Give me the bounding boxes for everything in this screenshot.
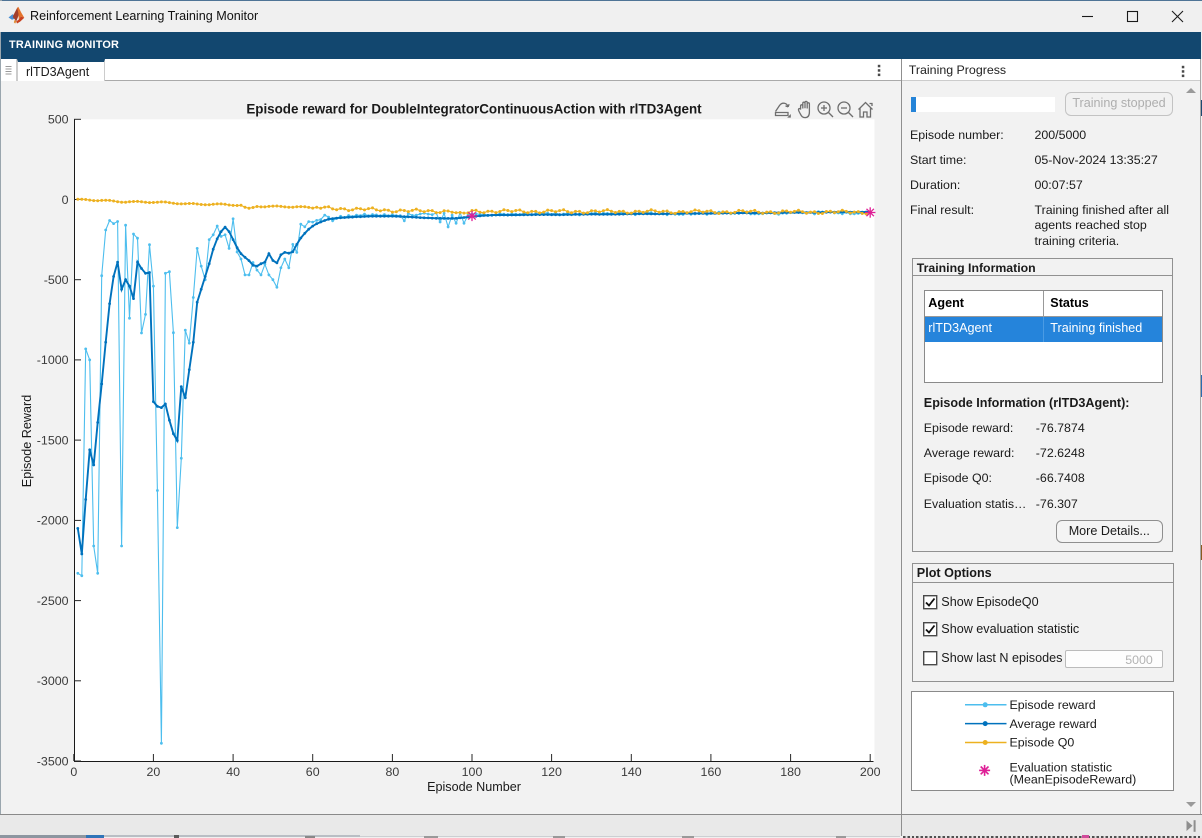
svg-text:Episode Q0: Episode Q0	[1010, 735, 1075, 749]
svg-text:200: 200	[860, 765, 881, 779]
svg-text:-1000: -1000	[37, 353, 69, 367]
svg-text:80: 80	[386, 765, 400, 779]
svg-text:-1500: -1500	[37, 433, 69, 447]
svg-text:Episode reward for DoubleInteg: Episode reward for DoubleIntegratorConti…	[246, 102, 702, 117]
svg-text:-3000: -3000	[37, 674, 69, 688]
svg-text:Average reward: Average reward	[1010, 716, 1097, 730]
svg-text:140: 140	[621, 765, 642, 779]
svg-text:-2000: -2000	[37, 514, 69, 528]
svg-text:Episode Number: Episode Number	[427, 780, 521, 794]
svg-text:20: 20	[147, 765, 161, 779]
svg-text:500: 500	[48, 113, 69, 127]
svg-text:40: 40	[226, 765, 240, 779]
svg-text:120: 120	[541, 765, 562, 779]
svg-text:-3500: -3500	[37, 754, 69, 768]
svg-text:100: 100	[462, 765, 483, 779]
svg-text:Episode Reward: Episode Reward	[20, 395, 34, 487]
svg-text:180: 180	[780, 765, 801, 779]
svg-text:Episode reward: Episode reward	[1010, 698, 1096, 712]
svg-text:(MeanEpisodeReward): (MeanEpisodeReward)	[1010, 772, 1137, 786]
svg-text:-2500: -2500	[37, 594, 69, 608]
svg-text:0: 0	[62, 193, 69, 207]
svg-text:0: 0	[70, 765, 77, 779]
svg-text:60: 60	[306, 765, 320, 779]
svg-text:160: 160	[701, 765, 722, 779]
svg-text:-500: -500	[44, 273, 69, 287]
